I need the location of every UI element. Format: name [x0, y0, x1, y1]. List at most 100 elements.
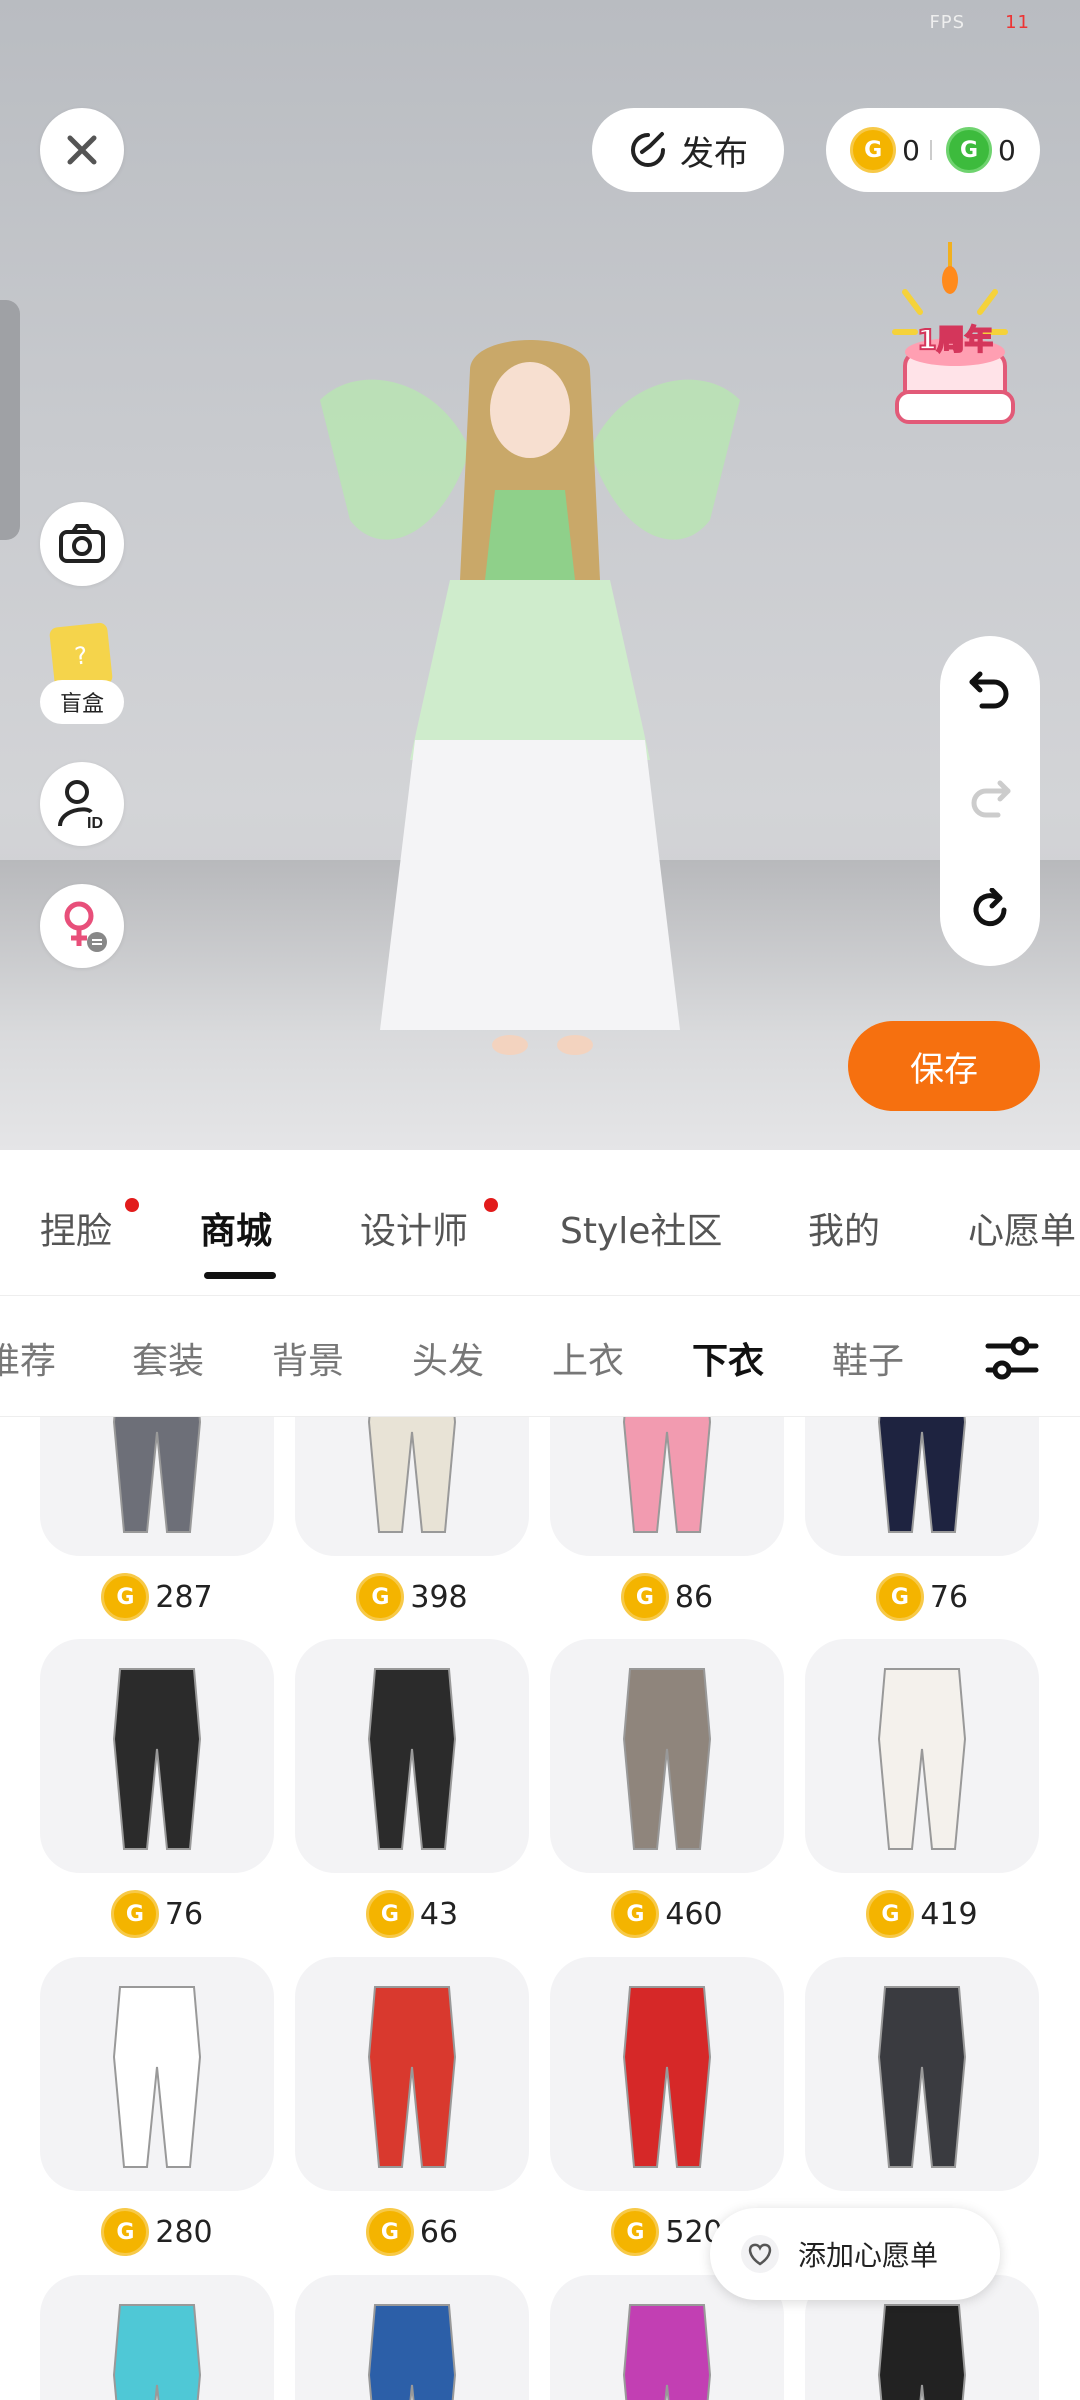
- filter-icon[interactable]: [984, 1334, 1040, 1382]
- gold-coin-icon: G: [875, 1573, 924, 1621]
- garment-thumbnail: [877, 1668, 967, 1850]
- reset-icon[interactable]: [968, 887, 1012, 932]
- item-price-value: 460: [665, 1896, 723, 1932]
- green-coin-balance: 0: [998, 133, 1016, 167]
- gold-coin-icon: G: [611, 1890, 660, 1938]
- save-button[interactable]: 保存: [848, 1021, 1040, 1111]
- category-background[interactable]: 背景: [272, 1332, 344, 1384]
- camera-button[interactable]: [40, 502, 124, 586]
- blind-box-button[interactable]: 盲盒: [40, 680, 124, 724]
- item-card[interactable]: [40, 1957, 274, 2191]
- item-price-value: 398: [410, 1579, 468, 1615]
- anniversary-label: 1周年: [916, 322, 993, 357]
- garment-thumbnail: [367, 1417, 457, 1533]
- category-bottoms[interactable]: 下衣: [692, 1332, 764, 1384]
- category-tops[interactable]: 上衣: [552, 1332, 624, 1384]
- item-card[interactable]: [295, 2275, 529, 2400]
- item-price: G 76: [805, 1572, 1039, 1622]
- gold-coin-icon: G: [101, 2208, 150, 2256]
- garment-thumbnail: [367, 2304, 457, 2400]
- female-icon: [64, 901, 107, 952]
- item-price: G 287: [40, 1572, 274, 1622]
- close-icon: [67, 135, 97, 165]
- avatar-id-button[interactable]: ID: [40, 762, 124, 846]
- add-wishlist-button[interactable]: 添加心愿单: [710, 2208, 1000, 2300]
- item-card[interactable]: [295, 1639, 529, 1873]
- item-card[interactable]: [805, 1417, 1039, 1556]
- category-shoes[interactable]: 鞋子: [832, 1332, 904, 1384]
- category-hair[interactable]: 头发: [412, 1332, 484, 1384]
- item-card[interactable]: [805, 1957, 1039, 2191]
- item-price-value: 280: [155, 2214, 213, 2250]
- item-price-value: 66: [419, 2214, 459, 2250]
- gold-coin-icon: G: [611, 2208, 660, 2256]
- gender-switch-button[interactable]: [40, 884, 124, 968]
- item-price-value: 43: [419, 1896, 459, 1932]
- item-price: G 66: [295, 2207, 529, 2257]
- item-price-value: 76: [929, 1579, 969, 1615]
- side-drawer-handle[interactable]: [0, 300, 20, 540]
- tab-style-community[interactable]: Style社区: [560, 1202, 722, 1254]
- category-recommended[interactable]: 推荐: [0, 1332, 56, 1384]
- category-sets[interactable]: 套装: [132, 1332, 204, 1384]
- gold-coin-icon: G: [620, 1573, 669, 1621]
- item-price: G 280: [40, 2207, 274, 2257]
- item-card[interactable]: [40, 1639, 274, 1873]
- gold-coin-balance: 0: [902, 133, 920, 167]
- user-id-icon: ID: [58, 780, 103, 830]
- item-price-value: 76: [164, 1896, 204, 1932]
- close-button[interactable]: [40, 108, 124, 192]
- tab-mine[interactable]: 我的: [808, 1202, 880, 1254]
- item-card[interactable]: [295, 1957, 529, 2191]
- gold-coin-icon: G: [365, 2208, 414, 2256]
- item-card[interactable]: [550, 1417, 784, 1556]
- item-card[interactable]: [550, 1957, 784, 2191]
- garment-thumbnail: [622, 1668, 712, 1850]
- svg-text:ID: ID: [87, 815, 103, 830]
- tab-face-badge: [125, 1198, 139, 1212]
- gold-coin-icon: G: [850, 127, 897, 173]
- main-tab-bar: 捏脸 商城 设计师 Style社区 我的 心愿单: [0, 1150, 1080, 1296]
- garment-thumbnail: [622, 1986, 712, 2168]
- undo-icon[interactable]: [968, 670, 1012, 710]
- item-price-value: 86: [674, 1579, 714, 1615]
- item-card[interactable]: [40, 1417, 274, 1556]
- fps-counter: FPS 11: [929, 12, 1030, 33]
- item-card[interactable]: [805, 1639, 1039, 1873]
- garment-thumbnail: [112, 1986, 202, 2168]
- add-wishlist-label: 添加心愿单: [798, 2239, 939, 2272]
- anniversary-cake-icon[interactable]: 1周年: [875, 232, 1035, 442]
- tab-wishlist[interactable]: 心愿单: [968, 1202, 1076, 1254]
- item-price: G 460: [550, 1889, 784, 1939]
- garment-thumbnail: [877, 1417, 967, 1533]
- item-card[interactable]: [295, 1417, 529, 1556]
- garment-thumbnail: [367, 1668, 457, 1850]
- gold-coin-icon: G: [356, 1573, 405, 1621]
- item-price: G 86: [550, 1572, 784, 1622]
- tab-designer-badge: [484, 1198, 498, 1212]
- tab-designer[interactable]: 设计师: [360, 1202, 468, 1254]
- currency-balance[interactable]: G 0 G 0: [826, 108, 1040, 192]
- publish-label: 发布: [680, 133, 748, 174]
- item-price-value: 287: [155, 1579, 213, 1615]
- camera-icon: [59, 524, 105, 563]
- publish-button[interactable]: 发布: [592, 108, 784, 192]
- garment-thumbnail: [622, 1417, 712, 1533]
- tab-shop[interactable]: 商城: [200, 1202, 272, 1254]
- redo-icon[interactable]: [968, 779, 1012, 819]
- tab-face[interactable]: 捏脸: [40, 1202, 112, 1254]
- category-bar: 推荐 套装 背景 头发 上衣 下衣 鞋子: [0, 1296, 1080, 1417]
- avatar-character: [320, 340, 740, 1055]
- garment-thumbnail: [112, 2304, 202, 2400]
- green-coin-icon: G: [946, 127, 992, 173]
- gold-coin-icon: G: [101, 1573, 150, 1621]
- gold-coin-icon: G: [365, 1890, 414, 1938]
- gold-coin-icon: G: [866, 1890, 915, 1938]
- item-card[interactable]: [550, 1639, 784, 1873]
- divider: [930, 140, 932, 160]
- gold-coin-icon: G: [110, 1890, 159, 1938]
- avatar-viewport[interactable]: FPS 11 发布 G 0 G 0 1周年 ? 盲盒 ID 保存: [0, 0, 1080, 1150]
- active-tab-indicator: [204, 1272, 276, 1279]
- item-card[interactable]: [40, 2275, 274, 2400]
- heart-icon: [741, 2235, 779, 2273]
